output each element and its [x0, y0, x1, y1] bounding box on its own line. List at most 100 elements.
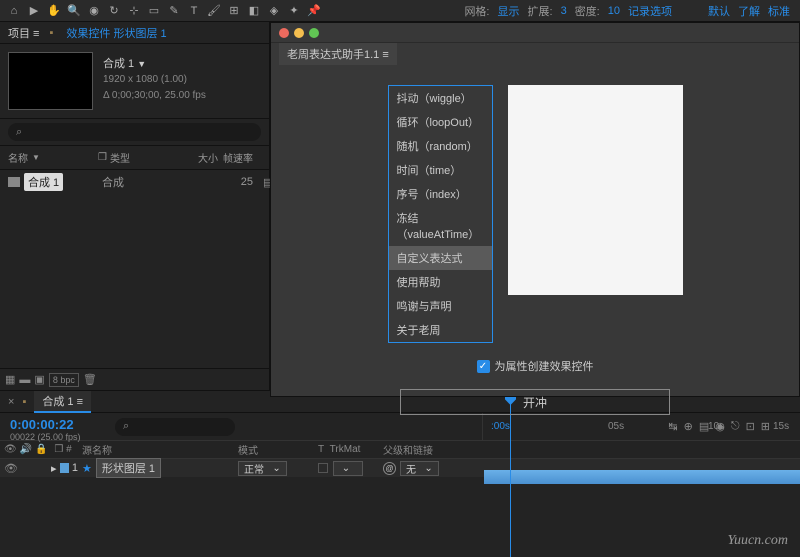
comp-name: 合成 1 [103, 58, 134, 70]
trkmat-toggle[interactable] [318, 463, 328, 473]
expression-item[interactable]: 循环（loopOut） [389, 110, 492, 134]
project-row[interactable]: 合成 1 合成 25 ▤ [0, 170, 269, 194]
minimize-window-icon[interactable] [294, 28, 304, 38]
current-timecode[interactable]: 0:00:00:22 [10, 417, 105, 432]
grid-label: 网格: [464, 3, 489, 19]
pickwhip-icon[interactable]: @ [383, 462, 396, 475]
trkmat-dropdown[interactable]: ⌄ [333, 461, 363, 476]
expression-item[interactable]: 冻结（valueAtTime） [389, 206, 492, 246]
stamp-icon[interactable]: ⊞ [225, 2, 243, 20]
expression-item[interactable]: 序号（index） [389, 182, 492, 206]
orbit-icon[interactable]: ◉ [85, 2, 103, 20]
watermark: Yuucn.com [727, 533, 788, 549]
preview-box [508, 85, 683, 295]
expression-item[interactable]: 随机（random） [389, 134, 492, 158]
effects-link[interactable]: 效果控件 形状图层 1 [66, 25, 166, 41]
tag-icon: ❒ [98, 152, 107, 163]
col-mode[interactable]: 模式 [238, 442, 318, 457]
expression-item[interactable]: 关于老周 [389, 318, 492, 342]
chevron-down-icon: ⌄ [272, 463, 280, 474]
comp-duration: Δ 0;00;30;00, 25.00 fps [103, 89, 206, 103]
text-icon[interactable]: T [185, 2, 203, 20]
display-toggle[interactable]: 显示 [498, 3, 520, 19]
roto-icon[interactable]: ◈ [265, 2, 283, 20]
twirl-icon[interactable]: ▸ [51, 462, 57, 475]
anchor-icon[interactable]: ⊹ [125, 2, 143, 20]
layer-name[interactable]: 形状图层 1 [96, 458, 161, 478]
col-trkmat[interactable]: TrkMat [330, 444, 361, 455]
new-folder-icon[interactable]: ▬ [19, 374, 30, 386]
zoom-icon[interactable]: 🔍 [65, 2, 83, 20]
pen-icon[interactable]: ✎ [165, 2, 183, 20]
eye-header-icon: 👁 [4, 444, 17, 455]
expression-item[interactable]: 自定义表达式 [389, 246, 492, 270]
close-window-icon[interactable] [279, 28, 289, 38]
project-item-fps: 25 [218, 176, 258, 188]
brush-icon[interactable]: 🖌 [205, 2, 223, 20]
timeline-search-input[interactable]: ⌕ [115, 418, 235, 436]
bpc-toggle[interactable]: 8 bpc [49, 373, 79, 387]
project-columns: 名称▼ ❒类型 大小 帧速率 [0, 146, 269, 170]
comp-thumbnail[interactable] [8, 52, 93, 110]
project-item-type: 合成 [102, 177, 124, 189]
expression-item[interactable]: 使用帮助 [389, 270, 492, 294]
expression-item[interactable]: 鸣谢与声明 [389, 294, 492, 318]
delete-icon[interactable]: 🗑 [83, 373, 97, 386]
chevron-down-icon: ⌄ [342, 463, 350, 474]
maximize-window-icon[interactable] [309, 28, 319, 38]
project-search-input[interactable]: ⌕ [8, 123, 261, 141]
comp-preview: 合成 1▼ 1920 x 1080 (1.00) Δ 0;00;30;00, 2… [0, 44, 269, 118]
col-size[interactable]: 大小 [178, 150, 218, 165]
rect-icon[interactable]: ▭ [145, 2, 163, 20]
lock-header-icon: 🔒 [35, 444, 47, 455]
interpret-icon[interactable]: ▦ [5, 373, 15, 386]
layer-color-icon[interactable] [60, 463, 69, 473]
close-tab-icon[interactable]: × [8, 396, 14, 408]
project-item-name: 合成 1 [24, 173, 63, 191]
project-panel: 项目 ≡ ▪ 效果控件 形状图层 1 合成 1▼ 1920 x 1080 (1.… [0, 22, 270, 390]
expression-item[interactable]: 抖动（wiggle） [389, 86, 492, 110]
project-tab[interactable]: 项目 ≡ [8, 25, 39, 41]
new-comp-icon[interactable]: ▣ [34, 373, 44, 386]
col-type[interactable]: 类型 [110, 150, 130, 165]
workspace-learn[interactable]: 了解 [738, 3, 760, 19]
home-icon[interactable]: ⌂ [5, 2, 23, 20]
comp-mini-icon: ▪ [22, 396, 26, 408]
parent-dropdown[interactable]: 无 ⌄ [400, 461, 439, 476]
layer-row[interactable]: 👁 ▸1 ★形状图层 1 正常 ⌄ ⌄ @无 ⌄ [0, 459, 800, 477]
density-value[interactable]: 10 [608, 5, 620, 17]
create-controls-checkbox[interactable]: ✓ [477, 360, 490, 373]
expression-list: 抖动（wiggle）循环（loopOut）随机（random）时间（time）序… [388, 85, 493, 343]
expression-item[interactable]: 时间（time） [389, 158, 492, 182]
puppet-icon[interactable]: ✦ [285, 2, 303, 20]
dialog-titlebar[interactable] [271, 23, 799, 43]
dropdown-icon[interactable]: ▼ [137, 59, 146, 69]
project-footer: ▦ ▬ ▣ 8 bpc 🗑 [0, 368, 269, 390]
apply-button[interactable]: 开冲 [400, 389, 670, 415]
timeline-tab[interactable]: 合成 1 ≡ [34, 391, 91, 413]
expand-value[interactable]: 3 [561, 5, 567, 17]
expression-helper-dialog: 老周表达式助手1.1 ≡ 抖动（wiggle）循环（loopOut）随机（ran… [270, 22, 800, 397]
col-parent[interactable]: 父级和链接 [383, 442, 483, 457]
chevron-down-icon: ⌄ [424, 463, 432, 474]
rotate-icon[interactable]: ↻ [105, 2, 123, 20]
checkbox-label: 为属性创建效果控件 [495, 358, 594, 374]
blend-mode-dropdown[interactable]: 正常 ⌄ [238, 461, 287, 476]
workspace-standard[interactable]: 标准 [768, 3, 790, 19]
col-sourcename[interactable]: 源名称 [78, 442, 238, 457]
comp-resolution: 1920 x 1080 (1.00) [103, 73, 206, 87]
col-name[interactable]: 名称 [8, 150, 28, 165]
select-icon[interactable]: ▶ [25, 2, 43, 20]
tool-icons: ⌂ ▶ ✋ 🔍 ◉ ↻ ⊹ ▭ ✎ T 🖌 ⊞ ◧ ◈ ✦ 📌 [0, 2, 323, 20]
layer-bar[interactable] [484, 470, 800, 484]
toolbar-right: 网格: 显示 扩展: 3 密度: 10 记录选项 默认 了解 标准 [464, 3, 800, 19]
workspace-default[interactable]: 默认 [708, 3, 730, 19]
pin-icon[interactable]: 📌 [305, 2, 323, 20]
eraser-icon[interactable]: ◧ [245, 2, 263, 20]
eye-icon[interactable]: 👁 [4, 462, 18, 475]
col-number: # [66, 444, 72, 455]
window-controls [279, 28, 319, 38]
record-options[interactable]: 记录选项 [628, 3, 672, 19]
hand-icon[interactable]: ✋ [45, 2, 63, 20]
col-fps[interactable]: 帧速率 [218, 150, 258, 165]
